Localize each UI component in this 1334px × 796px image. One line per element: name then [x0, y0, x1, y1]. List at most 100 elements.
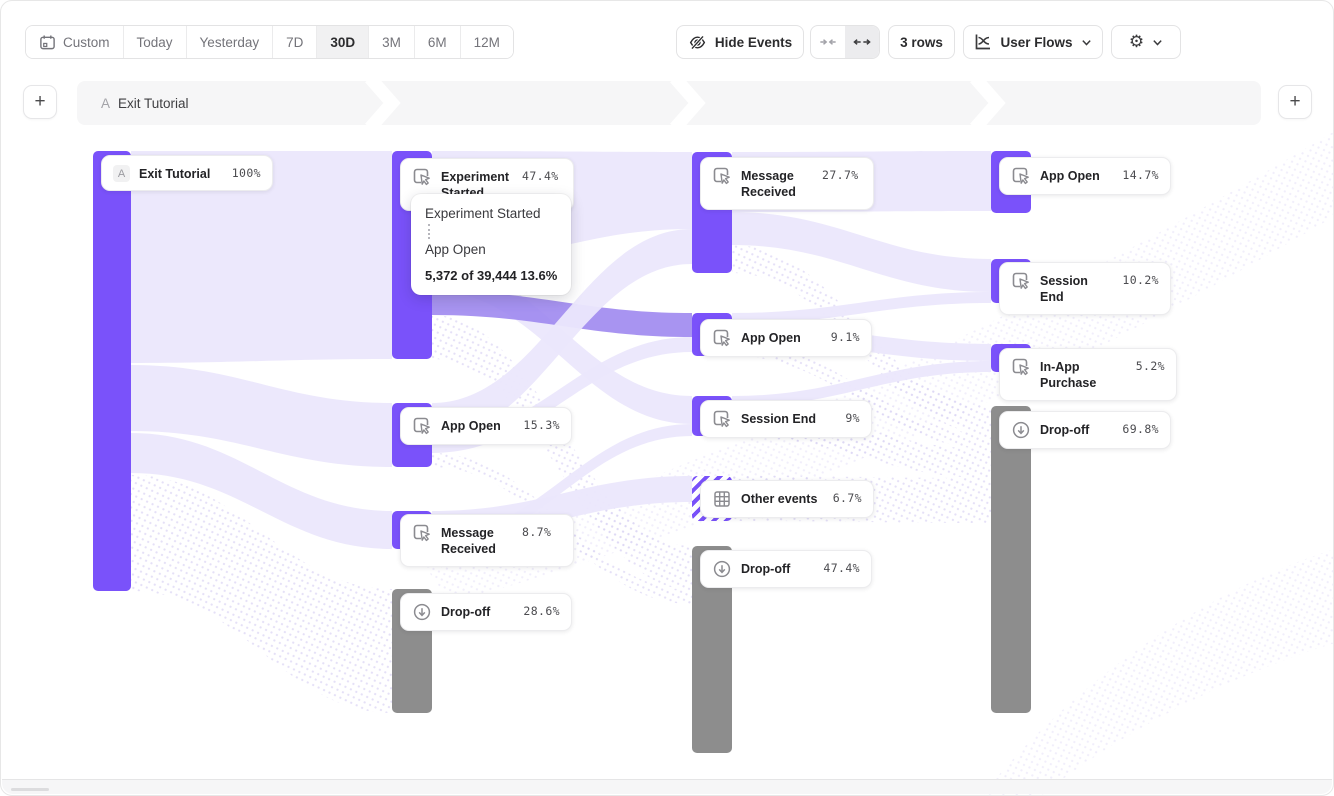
flow-node-card-drop-off-2[interactable]: Drop-off 28.6%: [400, 593, 572, 631]
event-icon: [412, 523, 432, 543]
flow-node-card-app-open-3[interactable]: App Open 9.1%: [700, 319, 872, 357]
flow-node-label: App Open: [741, 328, 822, 346]
user-flows-panel: A Exit Tutorial 100% Experiment Started 47.4…: [0, 0, 1334, 796]
flow-node-percentage: 47.4%: [823, 559, 860, 575]
date-range-custom[interactable]: Custom: [26, 26, 124, 58]
flow-node-percentage: 9.1%: [831, 328, 860, 344]
date-range-3m[interactable]: 3M: [369, 26, 415, 58]
flow-node-card-session-end-3[interactable]: Session End9%: [700, 400, 872, 438]
flow-node-card-other-events-3[interactable]: Other events6.7%: [700, 480, 874, 518]
flow-node-percentage: 47.4%: [522, 167, 559, 183]
rows-count-button[interactable]: 3 rows: [888, 25, 955, 59]
view-selector-label: User Flows: [1000, 35, 1072, 50]
date-range-label: 6M: [428, 35, 447, 50]
flow-step-bar[interactable]: A Exit Tutorial: [77, 81, 1261, 125]
flow-node-percentage: 69.8%: [1122, 420, 1159, 436]
date-range-7d[interactable]: 7D: [273, 26, 317, 58]
background-watermark-swirl: [981, 549, 1334, 796]
flow-node-card-app-open-4[interactable]: App Open14.7%: [999, 157, 1171, 195]
drop-off-icon: [1011, 420, 1031, 440]
step-a-label[interactable]: A Exit Tutorial: [101, 81, 189, 125]
flow-node-label: Session End: [741, 409, 836, 427]
flow-node-card-in-app-purchase-4[interactable]: In-App Purchase 5.2%: [999, 348, 1177, 401]
flow-link-tooltip: Experiment Started App Open 5,372 of 39,…: [411, 194, 571, 295]
flow-node-label: Drop-off: [741, 559, 814, 577]
chevron-down-icon: [1152, 37, 1163, 48]
arrows-outward-icon: [853, 33, 871, 51]
flow-node-label: Message Received: [441, 523, 513, 558]
event-icon: [712, 166, 732, 186]
eye-off-icon: [688, 33, 707, 52]
event-icon: [712, 328, 732, 348]
flow-node-card-session-end-4[interactable]: Session End 10.2%: [999, 262, 1171, 315]
flow-step-bar-graphic: [77, 81, 1261, 125]
flow-node-label: App Open: [1040, 166, 1113, 184]
date-range-label: 12M: [474, 35, 500, 50]
date-range-30d[interactable]: 30D: [317, 26, 369, 58]
flow-steps-row: + A Exit Tutorial +: [1, 81, 1333, 125]
flow-node-percentage: 5.2%: [1136, 357, 1165, 373]
date-range-label: 30D: [330, 35, 355, 50]
flow-node-label: App Open: [441, 416, 514, 434]
flow-node-card-app-open-2[interactable]: App Open15.3%: [400, 407, 572, 445]
horizontal-scrollbar-track[interactable]: [2, 779, 1332, 794]
event-icon: [1011, 271, 1031, 291]
add-step-after-button[interactable]: +: [1278, 85, 1312, 119]
event-icon: [412, 167, 432, 187]
flow-node-label: Message Received: [741, 166, 813, 201]
settings-dropdown[interactable]: ⚙: [1111, 25, 1181, 59]
flow-node-card-message-received-2[interactable]: Message Received 8.7%: [400, 514, 574, 567]
flow-node-card-message-received-3[interactable]: Message Received 27.7%: [700, 157, 874, 210]
tooltip-target-event: App Open: [425, 242, 557, 257]
event-icon: [712, 409, 732, 429]
flow-node-label: Drop-off: [1040, 420, 1113, 438]
date-range-today[interactable]: Today: [124, 26, 187, 58]
date-range-label: Yesterday: [200, 35, 260, 50]
date-range-label: Today: [137, 35, 173, 50]
step-letter: A: [101, 96, 110, 111]
step-letter-chip: A: [113, 165, 130, 182]
flow-node-percentage: 100%: [232, 164, 261, 180]
flow-node-label: Exit Tutorial: [139, 164, 223, 182]
date-range-picker: Custom Today Yesterday 7D 30D 3M 6M 12M: [25, 25, 514, 59]
horizontal-scrollbar-thumb[interactable]: [11, 788, 49, 791]
drop-off-icon: [412, 602, 432, 622]
flow-node-percentage: 10.2%: [1122, 271, 1159, 287]
gear-icon: ⚙: [1129, 34, 1144, 51]
flow-node-label: In-App Purchase: [1040, 357, 1127, 392]
tooltip-connector: [428, 224, 430, 239]
flow-node-percentage: 27.7%: [822, 166, 859, 182]
drop-off-icon: [712, 559, 732, 579]
date-range-12m[interactable]: 12M: [461, 26, 513, 58]
flow-node-card-drop-off-3[interactable]: Drop-off 47.4%: [700, 550, 872, 588]
width-toggle: [810, 25, 880, 59]
date-range-label: 7D: [286, 35, 303, 50]
view-selector-dropdown[interactable]: User Flows: [963, 25, 1103, 59]
rows-count-label: 3 rows: [900, 35, 943, 50]
flow-node-label: Session End: [1040, 271, 1113, 306]
flow-node-card-exit-tutorial[interactable]: A Exit Tutorial 100%: [101, 155, 273, 191]
flow-node-bar-exit-tutorial[interactable]: [93, 151, 131, 591]
flow-node-percentage: 28.6%: [523, 602, 560, 618]
date-range-yesterday[interactable]: Yesterday: [187, 26, 274, 58]
flow-node-bar-drop-off-4[interactable]: [991, 406, 1031, 713]
tooltip-source-event: Experiment Started: [425, 206, 557, 221]
date-range-6m[interactable]: 6M: [415, 26, 461, 58]
other-events-icon: [712, 489, 732, 509]
step-name: Exit Tutorial: [118, 96, 189, 111]
hide-events-button[interactable]: Hide Events: [676, 25, 804, 59]
event-icon: [412, 416, 432, 436]
add-step-before-button[interactable]: +: [23, 85, 57, 119]
calendar-icon: [39, 34, 56, 51]
collapse-width-button[interactable]: [811, 26, 845, 58]
event-icon: [1011, 166, 1031, 186]
expand-width-button[interactable]: [845, 26, 879, 58]
user-flows-icon: [974, 33, 992, 51]
flow-node-percentage: 6.7%: [833, 489, 862, 505]
flow-node-card-drop-off-4[interactable]: Drop-off 69.8%: [999, 411, 1171, 449]
arrows-inward-icon: [819, 33, 837, 51]
flow-node-percentage: 8.7%: [522, 523, 551, 539]
chevron-down-icon: [1081, 37, 1092, 48]
flow-node-label: Drop-off: [441, 602, 514, 620]
toolbar: Custom Today Yesterday 7D 30D 3M 6M 12M Hide Ev…: [25, 25, 1309, 59]
